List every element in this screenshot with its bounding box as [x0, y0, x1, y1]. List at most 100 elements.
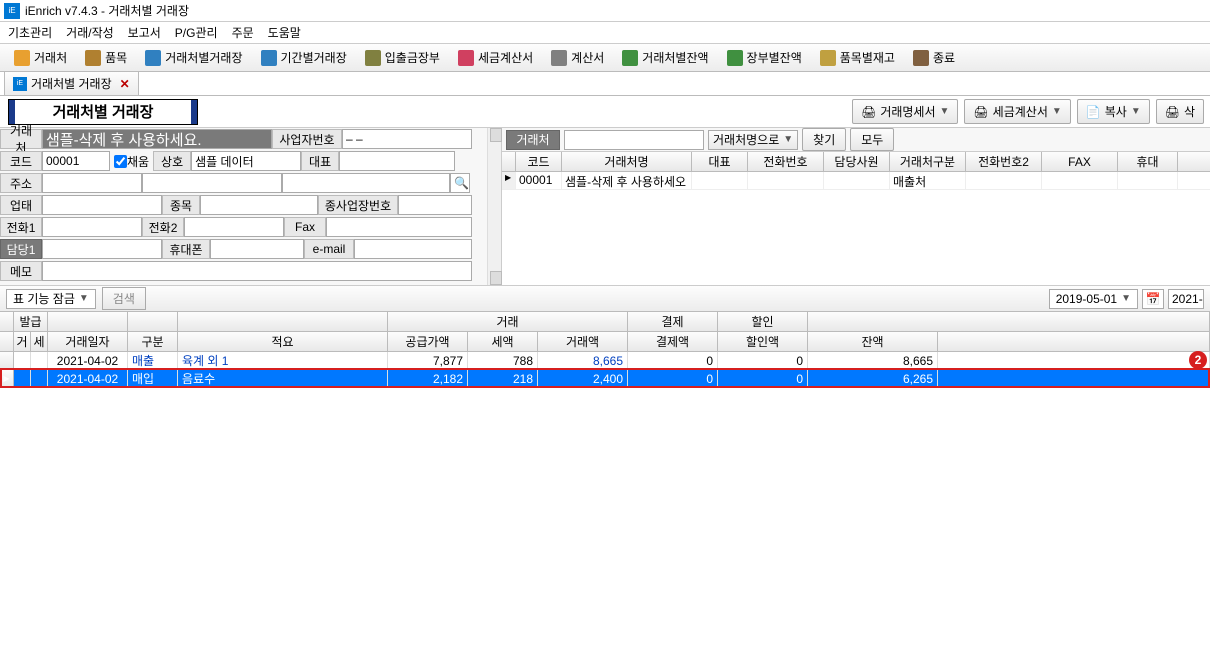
- bizno-field[interactable]: – –: [342, 129, 472, 149]
- tb-item[interactable]: 품목: [79, 47, 133, 68]
- code-field[interactable]: 00001: [42, 151, 110, 171]
- btn-vendor[interactable]: 거래처: [506, 130, 560, 150]
- lh2-discount[interactable]: 할인액: [718, 332, 808, 351]
- tel2-field[interactable]: [184, 217, 284, 237]
- tb-invoice[interactable]: 계산서: [545, 47, 610, 68]
- lh2-supply[interactable]: 공급가액: [388, 332, 468, 351]
- menu-basic[interactable]: 기초관리: [8, 24, 52, 41]
- chevron-down-icon: ▼: [1052, 106, 1062, 117]
- package-icon: [85, 50, 101, 66]
- fax-field[interactable]: [326, 217, 472, 237]
- gh-code[interactable]: 코드: [516, 152, 562, 171]
- gh-daepyo[interactable]: 대표: [692, 152, 748, 171]
- label-daepyo: 대표: [301, 151, 339, 171]
- ledger-icon: [145, 50, 161, 66]
- tb-cashbook[interactable]: 입출금장부: [359, 47, 446, 68]
- close-icon[interactable]: ✕: [120, 77, 130, 91]
- invoice-icon: [551, 50, 567, 66]
- gh-tel[interactable]: 전화번호: [748, 152, 824, 171]
- tb-item-stock[interactable]: 품목별재고: [814, 47, 901, 68]
- memo-field[interactable]: [42, 261, 472, 281]
- lh2-amount[interactable]: 거래액: [538, 332, 628, 351]
- date-to-field[interactable]: 2021-: [1168, 289, 1204, 309]
- juso-field1[interactable]: [42, 173, 142, 193]
- gh-gubun[interactable]: 거래처구분: [890, 152, 966, 171]
- lh-balgeup[interactable]: 발급: [14, 312, 48, 331]
- lh2-jeokyo[interactable]: 적요: [178, 332, 388, 351]
- chevron-down-icon: ▼: [79, 293, 89, 304]
- gh-fax[interactable]: FAX: [1042, 152, 1118, 171]
- btn-search[interactable]: 검색: [102, 287, 146, 310]
- lh2-handle[interactable]: [0, 332, 14, 351]
- scrollbar-vertical[interactable]: [487, 128, 501, 285]
- count-badge: 2: [1189, 351, 1207, 369]
- calendar-button[interactable]: 📅: [1142, 289, 1164, 309]
- btn-copy[interactable]: 📄복사▼: [1077, 99, 1150, 124]
- lh2-balance[interactable]: 잔액: [808, 332, 938, 351]
- app-icon: iE: [4, 3, 20, 19]
- gh-mobile[interactable]: 휴대: [1118, 152, 1178, 171]
- menu-pg[interactable]: P/G관리: [175, 24, 218, 41]
- lock-select[interactable]: 표 기능 잠금▼: [6, 289, 96, 309]
- tb-vendor-ledger[interactable]: 거래처별거래장: [139, 47, 248, 68]
- menu-help[interactable]: 도움말: [268, 24, 301, 41]
- damdang-field[interactable]: [42, 239, 162, 259]
- label-jongbz: 종사업장번호: [318, 195, 398, 215]
- gh-name[interactable]: 거래처명: [562, 152, 692, 171]
- juso-field2[interactable]: [142, 173, 282, 193]
- tb-tax-invoice[interactable]: 세금계산서: [452, 47, 539, 68]
- hp-field[interactable]: [210, 239, 304, 259]
- btn-tax-invoice[interactable]: 🖨세금계산서▼: [964, 99, 1070, 124]
- email-field[interactable]: [354, 239, 472, 259]
- label-email: e-mail: [304, 239, 354, 259]
- vendor-grid-row[interactable]: ▶ 00001 샘플-삭제 후 사용하세오 매출처: [502, 172, 1210, 190]
- tb-period-ledger[interactable]: 기간별거래장: [255, 47, 353, 68]
- sangho-field[interactable]: 샘플 데이터: [191, 151, 301, 171]
- lh-georae[interactable]: 거래: [388, 312, 628, 331]
- ledger-row[interactable]: 2021-04-02 매출 육계 외 1 7,877 788 8,665 0 0…: [0, 352, 1210, 370]
- lh2-se[interactable]: 세: [31, 332, 48, 351]
- lh-gyeolje[interactable]: 결제: [628, 312, 718, 331]
- lh2-geo[interactable]: 거: [14, 332, 31, 351]
- date-from-select[interactable]: 2019-05-01▼: [1049, 289, 1138, 309]
- menu-transaction[interactable]: 거래/작성: [66, 24, 114, 41]
- gh-tel2[interactable]: 전화번호2: [966, 152, 1042, 171]
- vendor-name-field[interactable]: 샘플-삭제 후 사용하세요.: [42, 129, 272, 149]
- lh-harin[interactable]: 할인: [718, 312, 808, 331]
- ledger-row-selected[interactable]: ▶ 2021-04-02 매입 음료수 2,182 218 2,400 0 0 …: [0, 370, 1210, 388]
- menu-report[interactable]: 보고서: [128, 24, 161, 41]
- lh2-gubun[interactable]: 구분: [128, 332, 178, 351]
- label-tel1: 전화1: [0, 217, 42, 237]
- lh2-pay[interactable]: 결제액: [628, 332, 718, 351]
- search-input[interactable]: [564, 130, 704, 150]
- row-handle[interactable]: [0, 352, 14, 369]
- tabstrip: iE 거래처별 거래장 ✕: [0, 72, 1210, 96]
- search-mode-select[interactable]: 거래처명으로▼: [708, 130, 798, 150]
- eoptae-field[interactable]: [42, 195, 162, 215]
- gh-staff[interactable]: 담당사원: [824, 152, 890, 171]
- juso-lookup-button[interactable]: 🔍: [450, 173, 470, 193]
- window-title: iEnrich v7.4.3 - 거래처별 거래장: [25, 2, 189, 19]
- tel1-field[interactable]: [42, 217, 142, 237]
- lh2-tax[interactable]: 세액: [468, 332, 538, 351]
- row-handle[interactable]: ▶: [0, 370, 14, 387]
- btn-transaction-detail[interactable]: 🖨거래명세서▼: [852, 99, 958, 124]
- tb-vendor-balance[interactable]: 거래처별잔액: [616, 47, 714, 68]
- juso-field3[interactable]: [282, 173, 450, 193]
- tb-book-balance[interactable]: 장부별잔액: [721, 47, 808, 68]
- tb-vendor[interactable]: 거래처: [8, 47, 73, 68]
- btn-all[interactable]: 모두: [850, 128, 894, 151]
- daepyo-field[interactable]: [339, 151, 455, 171]
- gh-handle[interactable]: [502, 152, 516, 171]
- label-vendor: 거래처: [0, 129, 42, 149]
- jongmok-field[interactable]: [200, 195, 318, 215]
- btn-delete[interactable]: 🖨삭: [1156, 99, 1204, 124]
- menu-order[interactable]: 주문: [232, 24, 254, 41]
- jongbz-field[interactable]: [398, 195, 472, 215]
- lh2-date[interactable]: 거래일자: [48, 332, 128, 351]
- tab-vendor-ledger[interactable]: iE 거래처별 거래장 ✕: [4, 71, 139, 95]
- tb-exit[interactable]: 종료: [907, 47, 961, 68]
- vendor-grid: 코드 거래처명 대표 전화번호 담당사원 거래처구분 전화번호2 FAX 휴대 …: [502, 152, 1210, 285]
- btn-find[interactable]: 찾기: [802, 128, 846, 151]
- chk-chaeum[interactable]: 채움: [110, 153, 153, 170]
